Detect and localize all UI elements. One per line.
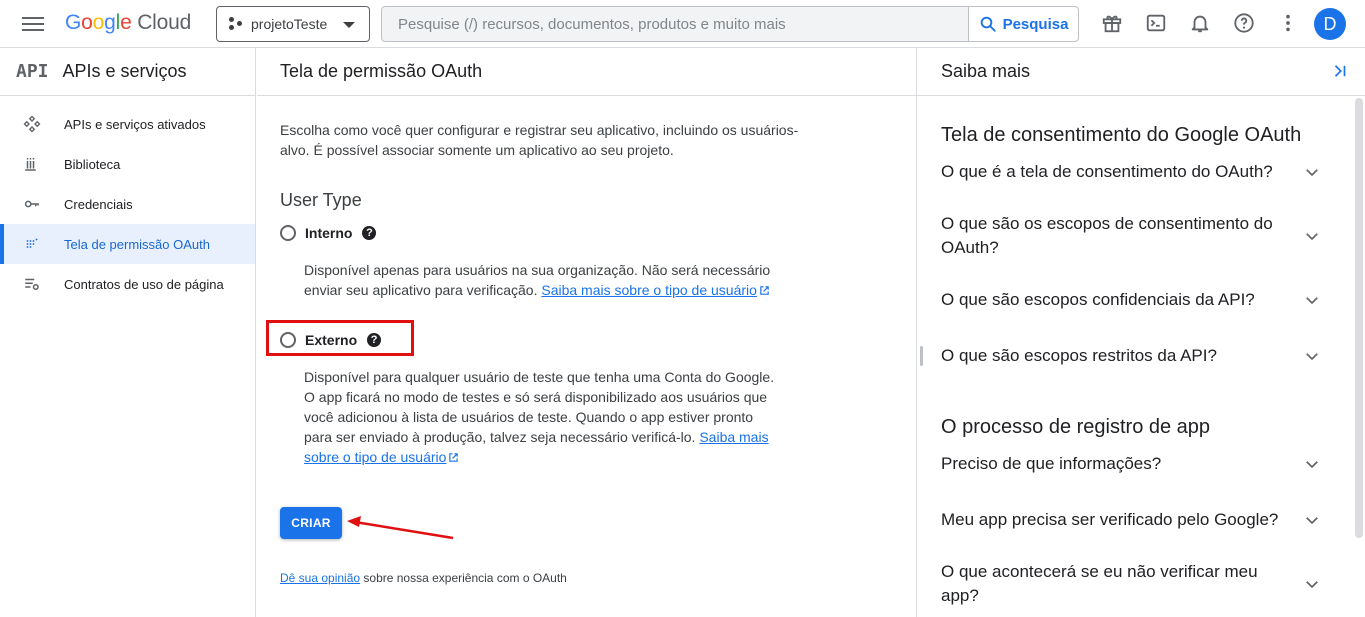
menu-icon[interactable] bbox=[22, 14, 44, 34]
search-button-label: Pesquisa bbox=[1002, 15, 1069, 33]
feedback-line: Dê sua opinião sobre nossa experiência c… bbox=[280, 571, 567, 585]
nav-title: APIs e serviços bbox=[62, 61, 187, 81]
avatar[interactable]: D bbox=[1314, 8, 1346, 40]
radio-circle[interactable] bbox=[280, 225, 296, 241]
chevron-down-icon bbox=[1306, 461, 1318, 469]
settings-list-icon bbox=[22, 274, 42, 294]
search-button[interactable]: Pesquisa bbox=[968, 7, 1078, 41]
chevron-down-icon bbox=[1306, 517, 1318, 525]
main-content: Tela de permissão OAuth Escolha como voc… bbox=[257, 48, 916, 617]
faq-item[interactable]: O que são escopos confidenciais da API? bbox=[941, 288, 1321, 312]
faq-question: Meu app precisa ser verificado pelo Goog… bbox=[941, 510, 1279, 529]
annotation-arrow bbox=[347, 516, 454, 540]
google-cloud-logo[interactable]: Google Cloud bbox=[65, 11, 191, 35]
radio-interno[interactable]: Interno ? bbox=[280, 225, 377, 241]
brand-cloud: Cloud bbox=[137, 11, 192, 34]
panel-resize-handle[interactable] bbox=[920, 346, 923, 366]
nav-item-label: Tela de permissão OAuth bbox=[64, 236, 210, 252]
faq-item[interactable]: O que são escopos restritos da API? bbox=[941, 344, 1321, 368]
external-link-icon bbox=[449, 453, 459, 462]
faq-item[interactable]: Meu app precisa ser verificado pelo Goog… bbox=[941, 508, 1321, 532]
section-title-registration: O processo de registro de app bbox=[941, 416, 1211, 438]
radio-externo[interactable]: Externo ? bbox=[280, 332, 382, 348]
oauth-icon bbox=[22, 234, 42, 254]
faq-question: O que são os escopos de consentimento do… bbox=[941, 214, 1273, 257]
gift-icon[interactable] bbox=[1101, 12, 1123, 34]
search-icon bbox=[980, 16, 996, 32]
nav-item-credentials[interactable]: Credenciais bbox=[0, 184, 255, 224]
external-link-icon bbox=[760, 286, 769, 295]
key-icon bbox=[22, 194, 42, 214]
radio-externo-label: Externo bbox=[305, 332, 358, 348]
radio-circle[interactable] bbox=[280, 332, 296, 348]
faq-item[interactable]: O que acontecerá se eu não verificar meu… bbox=[941, 560, 1321, 608]
scrollbar[interactable] bbox=[1355, 98, 1363, 538]
chevron-down-icon bbox=[1306, 233, 1318, 241]
faq-question: O que são escopos restritos da API? bbox=[941, 346, 1217, 365]
chevron-down-icon bbox=[1306, 297, 1318, 305]
collapse-panel-icon[interactable] bbox=[1331, 62, 1349, 80]
interno-link-text: Saiba mais sobre o tipo de usuário bbox=[541, 282, 757, 298]
nav-item-oauth-consent[interactable]: Tela de permissão OAuth bbox=[0, 224, 255, 264]
nav-header: API APIs e serviços bbox=[0, 48, 255, 96]
chevron-down-icon bbox=[1306, 581, 1318, 589]
left-nav: API APIs e serviços APIs e serviços ativ… bbox=[0, 48, 256, 617]
project-name: projetoTeste bbox=[251, 16, 328, 32]
nav-item-label: APIs e serviços ativados bbox=[64, 116, 206, 132]
search-bar: Pesquisa bbox=[381, 6, 1079, 42]
faq-question: O que é a tela de consentimento do OAuth… bbox=[941, 162, 1273, 181]
faq-item[interactable]: O que são os escopos de consentimento do… bbox=[941, 212, 1321, 260]
nav-item-apis-enabled[interactable]: APIs e serviços ativados bbox=[0, 104, 255, 144]
radio-interno-label: Interno bbox=[305, 225, 353, 241]
feedback-text: sobre nossa experiência com o OAuth bbox=[363, 571, 567, 585]
project-icon bbox=[229, 17, 243, 31]
library-icon bbox=[22, 154, 42, 174]
faq-item[interactable]: Preciso de que informações? bbox=[941, 452, 1321, 476]
top-bar: Google Cloud projetoTeste Pesquisa D bbox=[0, 0, 1365, 48]
interno-learn-more-link[interactable]: Saiba mais sobre o tipo de usuário bbox=[541, 282, 757, 298]
project-selector[interactable]: projetoTeste bbox=[216, 6, 370, 42]
feedback-link[interactable]: Dê sua opinião bbox=[280, 571, 360, 585]
nav-item-label: Credenciais bbox=[64, 196, 133, 212]
nav-item-label: Contratos de uso de página bbox=[64, 276, 224, 292]
section-title-oauth: Tela de consentimento do Google OAuth bbox=[941, 124, 1302, 146]
terminal-icon[interactable] bbox=[1145, 12, 1167, 34]
learn-more-panel: Saiba mais Tela de consentimento do Goog… bbox=[916, 48, 1365, 617]
externo-description: Disponível para qualquer usuário de test… bbox=[304, 367, 784, 467]
faq-question: O que acontecerá se eu não verificar meu… bbox=[941, 562, 1258, 605]
faq-item[interactable]: O que é a tela de consentimento do OAuth… bbox=[941, 160, 1321, 184]
nav-item-label: Biblioteca bbox=[64, 156, 121, 172]
bell-icon[interactable] bbox=[1189, 12, 1211, 34]
panel-title: Saiba mais bbox=[917, 48, 1365, 96]
page-title: Tela de permissão OAuth bbox=[257, 48, 916, 96]
create-button[interactable]: CRIAR bbox=[280, 507, 342, 539]
user-type-heading: User Type bbox=[280, 190, 362, 210]
chevron-down-icon bbox=[1306, 169, 1318, 177]
api-logo: API bbox=[16, 61, 49, 82]
apis-icon bbox=[22, 114, 42, 134]
intro-text: Escolha como você quer configurar e regi… bbox=[280, 122, 799, 158]
help-icon[interactable]: ? bbox=[367, 333, 382, 347]
help-icon[interactable] bbox=[1233, 12, 1255, 34]
help-icon[interactable]: ? bbox=[362, 226, 377, 240]
nav-item-page-usage-agreements[interactable]: Contratos de uso de página bbox=[0, 264, 255, 304]
search-input[interactable] bbox=[382, 7, 970, 41]
nav-item-library[interactable]: Biblioteca bbox=[0, 144, 255, 184]
interno-description: Disponível apenas para usuários na sua o… bbox=[304, 260, 804, 300]
chevron-down-icon bbox=[1306, 353, 1318, 361]
brand-google: Google bbox=[65, 11, 132, 34]
faq-question: Preciso de que informações? bbox=[941, 454, 1162, 473]
caret-down-icon bbox=[343, 22, 355, 28]
more-vert-icon[interactable] bbox=[1277, 12, 1299, 34]
faq-question: O que são escopos confidenciais da API? bbox=[941, 290, 1255, 309]
